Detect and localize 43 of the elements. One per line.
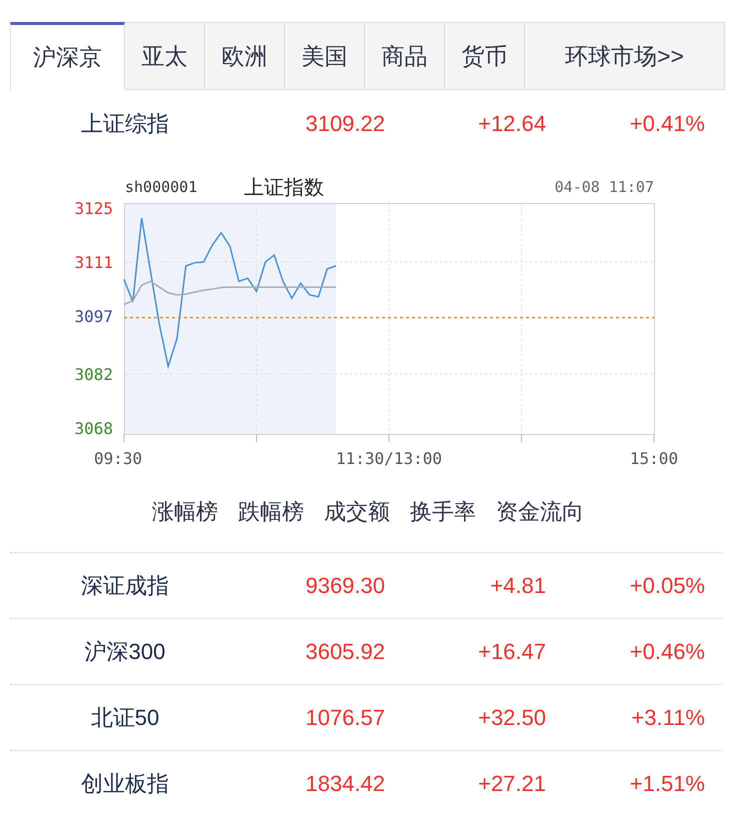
chart-title: 上证指数: [244, 177, 324, 199]
ranking-link[interactable]: 资金流向: [496, 494, 584, 528]
index-change: +12.64: [478, 110, 546, 138]
index-percent: +3.11%: [631, 704, 705, 732]
y-tick-label: 3082: [74, 364, 113, 384]
index-change: +27.21: [478, 770, 546, 798]
index-percent: +0.46%: [630, 638, 705, 666]
index-value: 3109.22: [305, 110, 385, 138]
ranking-link[interactable]: 涨幅榜: [152, 494, 218, 528]
index-percent: +0.41%: [630, 110, 705, 138]
ranking-link[interactable]: 成交额: [324, 494, 390, 528]
market-tab[interactable]: 货币: [445, 22, 525, 90]
market-tab[interactable]: 亚太: [125, 22, 205, 90]
market-tab[interactable]: 商品: [365, 22, 445, 90]
chart-datetime: 04-08 11:07: [554, 178, 654, 196]
index-name[interactable]: 创业板指: [81, 767, 169, 800]
ranking-link[interactable]: 换手率: [410, 494, 476, 528]
index-change: +16.47: [478, 638, 546, 666]
y-tick-label: 3068: [74, 419, 113, 438]
index-value: 3605.92: [305, 638, 385, 666]
x-tick-label: 09:30: [94, 449, 142, 468]
y-tick-label: 3097: [74, 307, 113, 326]
index-change: +4.81: [490, 572, 546, 600]
index-percent: +1.51%: [630, 770, 705, 798]
index-name[interactable]: 北证50: [90, 701, 160, 734]
x-tick-label: 11:30/13:00: [336, 449, 442, 468]
x-tick-label: 15:00: [630, 449, 678, 468]
y-tick-label: 3125: [74, 199, 113, 218]
market-tab[interactable]: 沪深京: [10, 22, 125, 90]
stock-code: sh000001: [125, 178, 198, 196]
index-value: 9369.30: [305, 572, 385, 600]
index-name[interactable]: 上证综指: [81, 106, 169, 140]
market-tab[interactable]: 美国: [285, 22, 365, 90]
index-name[interactable]: 沪深300: [84, 635, 166, 668]
index-value: 1834.42: [305, 770, 385, 798]
market-tab[interactable]: 环球市场>>: [525, 22, 725, 90]
index-value: 1076.57: [305, 704, 385, 732]
y-tick-label: 3111: [74, 253, 113, 272]
market-tab[interactable]: 欧洲: [205, 22, 285, 90]
ranking-link[interactable]: 跌幅榜: [238, 494, 304, 528]
index-percent: +0.05%: [630, 572, 705, 600]
index-name[interactable]: 深证成指: [81, 569, 169, 602]
index-change: +32.50: [478, 704, 546, 732]
